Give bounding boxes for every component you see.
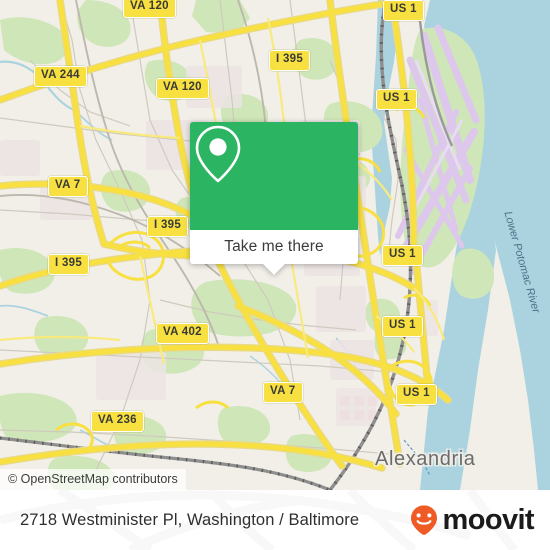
moovit-smiley-pin-icon xyxy=(410,505,437,535)
osm-attribution[interactable]: © OpenStreetMap contributors xyxy=(0,469,186,490)
destination-popup-card[interactable]: Take me there xyxy=(190,122,358,275)
map-pin-icon xyxy=(195,125,241,183)
popup-cta-area[interactable]: Take me there xyxy=(190,230,358,275)
place-label-alexandria: Alexandria xyxy=(375,448,476,470)
road-shield: US 1 xyxy=(396,384,437,405)
road-shield: US 1 xyxy=(382,316,423,337)
footer-bar: 2718 Westminister Pl, Washington / Balti… xyxy=(0,490,550,550)
road-shield: I 395 xyxy=(269,50,311,71)
moovit-logo[interactable]: moovit xyxy=(407,503,535,537)
moovit-wordmark: moovit xyxy=(442,503,535,536)
popup-pointer-tail xyxy=(263,264,285,275)
road-shield: VA 7 xyxy=(263,382,303,403)
moovit-map-screenshot: VA 120 US 1 I 395 VA 244 VA 120 US 1 VA … xyxy=(0,0,550,550)
road-shield: I 395 xyxy=(48,254,90,275)
address-label: 2718 Westminister Pl, Washington / Balti… xyxy=(20,510,360,529)
road-shield: US 1 xyxy=(382,245,423,266)
road-shield: VA 120 xyxy=(123,0,176,18)
take-me-there-label: Take me there xyxy=(224,238,324,255)
road-shield: VA 244 xyxy=(34,66,87,87)
road-shield: US 1 xyxy=(376,89,417,110)
road-shield: VA 236 xyxy=(91,411,144,432)
road-shield: I 395 xyxy=(147,216,189,237)
road-shield: US 1 xyxy=(383,0,424,21)
popup-icon-area xyxy=(190,122,358,230)
road-shield: VA 7 xyxy=(48,176,88,197)
road-shield: VA 402 xyxy=(156,323,209,344)
road-shield: VA 120 xyxy=(156,78,209,99)
map-canvas[interactable]: VA 120 US 1 I 395 VA 244 VA 120 US 1 VA … xyxy=(0,0,550,490)
